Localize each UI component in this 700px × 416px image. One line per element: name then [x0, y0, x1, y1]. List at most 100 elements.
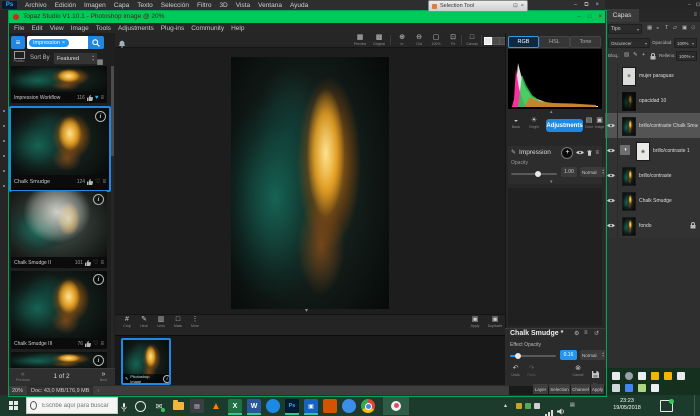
canvas-button[interactable]: □Canvas: [463, 34, 481, 46]
menu-icon[interactable]: ≡: [595, 150, 599, 156]
selection-tool-close-button[interactable]: ×: [521, 3, 524, 9]
preview-button[interactable]: ▦Preview: [351, 34, 369, 46]
opacity-value-ps[interactable]: 100%▾: [674, 38, 697, 48]
layer-row-chalk-smudge[interactable]: Chalk Smudge: [605, 188, 700, 214]
layer-row-fondo[interactable]: fondo: [605, 213, 700, 239]
taskbar-app-button[interactable]: ▤: [190, 399, 204, 413]
layer-row-mujer-paraguas[interactable]: mujer paraguas: [605, 63, 700, 89]
microphone-icon[interactable]: [121, 400, 127, 416]
favorite-icon[interactable]: ♡: [93, 340, 98, 347]
taskbar-app-blue-button[interactable]: ▣: [304, 399, 318, 413]
blend-mode-select[interactable]: Normal▴▾: [580, 167, 606, 177]
layer-row-opacidad-10[interactable]: opacidad 10: [605, 88, 700, 114]
topaz-menu-tools[interactable]: Tools: [96, 25, 111, 32]
layer-mask-thumbnail[interactable]: [636, 142, 650, 161]
desktop-icon[interactable]: [612, 384, 620, 392]
lock-position-icon[interactable]: +: [642, 52, 645, 58]
layer-thumbnail[interactable]: [622, 217, 636, 236]
topaz-close-button[interactable]: ×: [598, 14, 602, 20]
view-single-toggle[interactable]: [484, 37, 492, 45]
search-input[interactable]: Impression×: [27, 36, 90, 49]
desktop-icon[interactable]: [625, 372, 633, 380]
bell-icon[interactable]: [118, 35, 126, 53]
zoom-100-button[interactable]: ▢100%: [427, 34, 445, 46]
public-toggle[interactable]: Public: [12, 51, 26, 63]
undo-button[interactable]: ↶Undo: [508, 365, 523, 377]
tray-expand-icon[interactable]: ▴: [504, 402, 507, 409]
preset-menu-icon[interactable]: ≡: [102, 179, 106, 185]
desktop-icon[interactable]: [625, 384, 633, 392]
panel-menu-icon[interactable]: ≡: [693, 12, 697, 18]
taskbar-browser-button[interactable]: [266, 399, 280, 413]
network-icon[interactable]: [545, 403, 553, 416]
heal-button[interactable]: ✎Heal: [136, 316, 152, 328]
cancel-button[interactable]: ⊗Cancel: [570, 365, 586, 377]
selection-tool-restore-button[interactable]: ⊡: [513, 3, 518, 9]
effect-opacity-value[interactable]: 0.16: [560, 350, 577, 360]
desktop-folder-icon[interactable]: [664, 372, 672, 380]
image-button[interactable]: ▣Image: [594, 117, 605, 129]
output-tab-apply[interactable]: Apply: [591, 384, 604, 394]
info-icon[interactable]: i: [95, 111, 106, 122]
preset-card-chalk-smudge[interactable]: i Chalk Smudge 124 ♡ ≡: [9, 106, 111, 192]
layer-row-brillo-contraste[interactable]: brillo/contraste: [605, 163, 700, 189]
menu-imagen[interactable]: Imagen: [84, 2, 106, 9]
collapse-preview-icon[interactable]: ▾: [305, 307, 308, 314]
tab-tone[interactable]: Tone: [570, 36, 601, 48]
tray-app-icon[interactable]: [516, 403, 522, 409]
zoom-level[interactable]: 20%: [12, 388, 23, 394]
desktop-icon[interactable]: [651, 384, 659, 392]
desktop-folder-icon[interactable]: [651, 372, 659, 380]
fit-button[interactable]: ⊡Fit: [444, 34, 462, 46]
visibility-toggle[interactable]: [605, 138, 618, 163]
apply-button[interactable]: ▣Apply: [466, 316, 484, 328]
desktop-icon[interactable]: [612, 372, 620, 380]
info-icon[interactable]: i: [93, 355, 104, 366]
layer-thumbnail[interactable]: [622, 67, 636, 86]
tray-app-icon[interactable]: [534, 403, 540, 409]
taskbar-clock[interactable]: 23:23 19/05/2018: [604, 398, 650, 412]
menu-edicion[interactable]: Edición: [55, 2, 76, 9]
panel-minimize-icon[interactable]: –: [688, 2, 691, 8]
search-button[interactable]: [88, 36, 104, 49]
visibility-toggle[interactable]: [605, 63, 618, 88]
search-tag-remove-icon[interactable]: ×: [62, 40, 65, 46]
topaz-menu-community[interactable]: Community: [191, 25, 224, 32]
fill-value[interactable]: 100%▾: [676, 51, 697, 61]
lens-button[interactable]: ▥Lens: [153, 316, 169, 328]
add-adjustment-icon[interactable]: +: [561, 147, 573, 159]
preset-card-chalk-smudge-ii[interactable]: i Chalk Smudge II 101 ♡ ≡: [11, 191, 107, 268]
filmstrip-thumbnail[interactable]: ✎ Photoshop image i: [121, 338, 171, 385]
visibility-toggle[interactable]: [605, 113, 618, 138]
topaz-menu-edit[interactable]: Edit: [31, 25, 42, 32]
start-button[interactable]: [0, 395, 26, 416]
filter-pixel-icon[interactable]: ▦: [647, 25, 652, 31]
favorite-icon[interactable]: ♥: [95, 95, 99, 101]
topaz-menu-view[interactable]: View: [50, 25, 64, 32]
layer-thumbnail[interactable]: [622, 117, 636, 136]
visibility-toggle[interactable]: [605, 163, 618, 188]
taskbar-photoshop-button[interactable]: Ps: [285, 399, 299, 413]
volume-icon[interactable]: [557, 402, 565, 416]
filter-adjustment-icon[interactable]: ◒: [656, 25, 659, 31]
info-icon[interactable]: i: [93, 194, 104, 205]
taskbar-topaz-active-button[interactable]: [383, 396, 409, 415]
basic-button[interactable]: ◒Basic: [509, 117, 523, 129]
tray-keyboard-icon[interactable]: ▤: [570, 402, 575, 408]
topaz-menu-help[interactable]: Help: [231, 25, 244, 32]
sidebar-menu-button[interactable]: ≡: [11, 36, 25, 49]
taskbar-search-input[interactable]: [40, 402, 114, 410]
taskbar-app-orange-button[interactable]: [323, 399, 337, 413]
ps-close-button[interactable]: ×: [595, 2, 599, 9]
menu-ventana[interactable]: Ventana: [258, 2, 282, 9]
topaz-menu-plugins[interactable]: Plug-ins: [161, 25, 184, 32]
ps-minimize-button[interactable]: –: [574, 2, 577, 9]
effect-opacity-handle[interactable]: [515, 353, 521, 359]
reset-icon[interactable]: ↺: [594, 330, 599, 337]
desktop-icon[interactable]: [677, 372, 685, 380]
tray-app-icon[interactable]: [525, 403, 531, 409]
layer-row-brillo-contraste-1[interactable]: ◑ brillo/contraste 1: [605, 138, 700, 164]
panel-restore-icon[interactable]: ⊡: [696, 2, 700, 8]
taskbar-mail-button[interactable]: ✉: [152, 399, 166, 413]
menu-vista[interactable]: Vista: [236, 2, 250, 9]
